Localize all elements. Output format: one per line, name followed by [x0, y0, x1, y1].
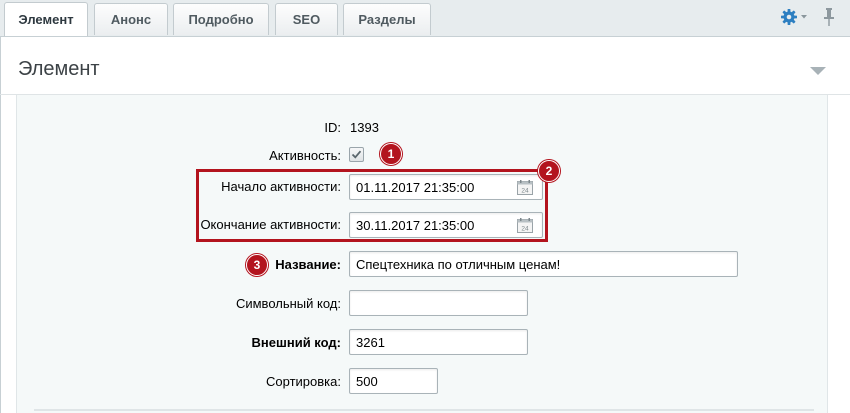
sort-label: Сортировка: [266, 374, 341, 389]
sort-input[interactable] [349, 368, 438, 394]
chevron-down-icon[interactable] [800, 13, 808, 21]
annotation-highlight-box [196, 169, 548, 242]
tab-element[interactable]: Элемент [4, 2, 88, 36]
active-label: Активность: [269, 148, 341, 163]
annotation-badge-3: 3 [246, 254, 268, 276]
tab-seo[interactable]: SEO [275, 3, 338, 35]
tab-announce[interactable]: Анонс [94, 3, 168, 35]
panel-title: Элемент [18, 58, 100, 80]
code-label: Символьный код: [235, 296, 341, 311]
triangle-down-icon[interactable] [810, 66, 826, 76]
code-input[interactable] [349, 290, 528, 316]
pin-icon[interactable] [822, 7, 836, 27]
divider [34, 409, 814, 411]
name-input[interactable] [349, 251, 738, 277]
gear-icon[interactable] [780, 8, 798, 26]
annotation-badge-2: 2 [538, 160, 560, 182]
active-checkbox[interactable] [349, 147, 364, 162]
tab-bar: Элемент Анонс Подробно SEO Разделы [0, 0, 850, 37]
annotation-badge-1: 1 [380, 143, 402, 165]
xml-id-input[interactable] [349, 329, 528, 355]
id-label: ID: [324, 120, 341, 135]
xml-id-label: Внешний код: [251, 335, 341, 350]
checkmark-icon [351, 150, 362, 159]
tab-sections[interactable]: Разделы [343, 3, 431, 35]
id-value: 1393 [350, 120, 379, 135]
tab-details[interactable]: Подробно [173, 3, 269, 35]
name-label: Название: [275, 257, 341, 272]
